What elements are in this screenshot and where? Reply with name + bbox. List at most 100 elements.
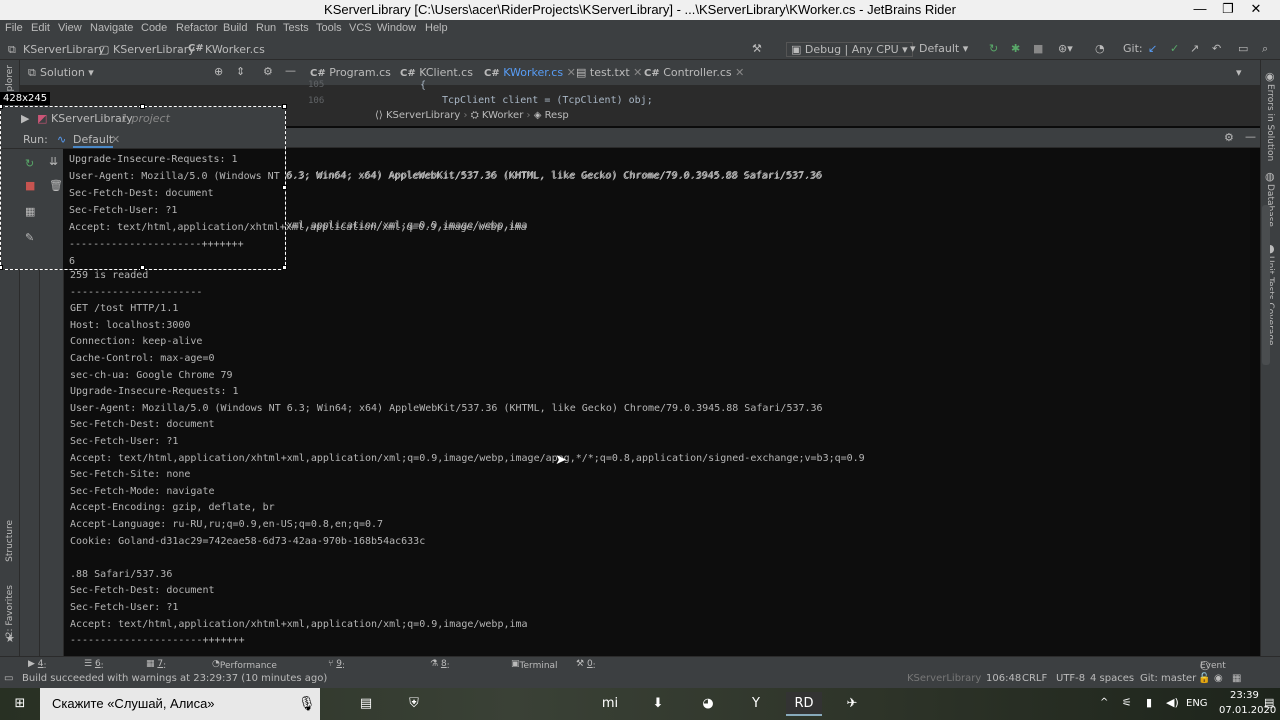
- tool-run[interactable]: ▶ 4: Run: [28, 659, 61, 681]
- menu-edit[interactable]: Edit: [31, 22, 50, 34]
- status-git-branch[interactable]: Git: master: [1140, 673, 1196, 684]
- minimize-button[interactable]: —: [1186, 0, 1214, 20]
- run-settings-icon[interactable]: ⚙: [1224, 131, 1234, 144]
- clock-time[interactable]: 23:39: [1230, 690, 1259, 701]
- tab-close-icon[interactable]: ✕: [633, 66, 642, 79]
- menu-vcs[interactable]: VCS: [349, 22, 372, 34]
- tab-kworker[interactable]: C# KWorker.cs ✕: [484, 66, 576, 79]
- status-panel-icon[interactable]: ▭: [4, 673, 13, 684]
- rider-icon[interactable]: RD: [786, 692, 822, 716]
- status-position[interactable]: 106:48: [986, 673, 1021, 684]
- layout-icon[interactable]: ▭: [1238, 42, 1248, 55]
- resize-handle[interactable]: [282, 104, 287, 109]
- build-config-dropdown[interactable]: ▣ Debug | Any CPU ▾: [786, 42, 913, 57]
- run-tab-close-icon[interactable]: ✕: [111, 133, 120, 146]
- memory-icon[interactable]: ▦: [1232, 673, 1241, 684]
- menu-help[interactable]: Help: [425, 22, 448, 34]
- git-history-icon[interactable]: ↶: [1212, 42, 1221, 55]
- profiler-icon[interactable]: ◔: [1095, 42, 1105, 55]
- status-line-separator[interactable]: CRLF: [1022, 673, 1047, 684]
- locate-icon[interactable]: ⊕: [214, 65, 223, 78]
- lock-icon[interactable]: 🔓: [1198, 673, 1210, 684]
- hide-icon[interactable]: —: [285, 64, 296, 77]
- run-tab-default[interactable]: Default: [73, 133, 114, 148]
- tool-nuget[interactable]: ▦ 7: NuGet: [146, 659, 192, 681]
- tool-vcs[interactable]: ⑂ 9: Version Control: [328, 659, 375, 691]
- rerun-icon[interactable]: ↻: [989, 42, 998, 55]
- tool-terminal[interactable]: ▣ Terminal: [511, 659, 558, 671]
- debug-icon[interactable]: ✱: [1011, 42, 1020, 55]
- defender-shield-icon[interactable]: ⛨: [396, 692, 432, 716]
- favorites-tab[interactable]: 2: Favorites: [5, 585, 15, 637]
- microphone-icon[interactable]: 🎙: [298, 695, 316, 712]
- tool-build[interactable]: ⚒ 0: Build: [576, 659, 615, 681]
- tab-test-txt[interactable]: ▤ test.txt ✕: [576, 66, 642, 79]
- battery-icon[interactable]: ▮: [1146, 696, 1152, 709]
- tab-controller[interactable]: C# Controller.cs ✕: [644, 66, 744, 79]
- telegram-icon[interactable]: ✈: [834, 692, 870, 716]
- resize-handle[interactable]: [140, 104, 145, 109]
- download-icon[interactable]: ⬇: [640, 692, 676, 716]
- menu-file[interactable]: File: [5, 22, 23, 34]
- tool-todo[interactable]: ☰ 6: TODO: [84, 659, 127, 681]
- git-commit-icon[interactable]: ✓: [1170, 42, 1179, 55]
- input-language[interactable]: ENG: [1186, 698, 1208, 709]
- menu-code[interactable]: Code: [141, 22, 167, 34]
- chrome-icon[interactable]: ◕: [690, 692, 726, 716]
- yandex-icon[interactable]: Y: [738, 692, 774, 716]
- tab-kclient[interactable]: C# KClient.cs: [400, 66, 473, 79]
- tabs-menu-icon[interactable]: ▾: [1236, 66, 1242, 79]
- search-everywhere-icon[interactable]: ⌕: [1262, 42, 1268, 56]
- expand-arrow-icon[interactable]: ▶: [21, 112, 29, 125]
- resize-handle[interactable]: [282, 265, 287, 270]
- tray-arrow-icon[interactable]: ^: [1100, 697, 1108, 708]
- git-update-icon[interactable]: ↙: [1148, 42, 1157, 55]
- inspector-icon[interactable]: ◉: [1214, 673, 1223, 684]
- menu-navigate[interactable]: Navigate: [90, 22, 133, 34]
- tab-program[interactable]: C# Program.cs: [310, 66, 391, 79]
- layout-icon[interactable]: ▦: [25, 205, 35, 218]
- close-button[interactable]: ✕: [1242, 0, 1270, 20]
- menu-run[interactable]: Run: [256, 22, 276, 34]
- tool-profiler[interactable]: ◔ Performance Profiler: [212, 659, 277, 681]
- menu-view[interactable]: View: [58, 22, 82, 34]
- run-hide-icon[interactable]: —: [1245, 130, 1256, 143]
- tab-close-icon[interactable]: ✕: [567, 66, 576, 79]
- pin-icon[interactable]: ✎: [25, 231, 34, 244]
- coverage-icon[interactable]: ⊛▾: [1058, 42, 1073, 55]
- errors-in-solution-tab[interactable]: Errors in Solution: [1265, 84, 1275, 161]
- resize-handle[interactable]: [0, 265, 3, 270]
- mi-app-icon[interactable]: mi: [592, 692, 628, 716]
- menu-tools[interactable]: Tools: [316, 22, 342, 34]
- crumb-class[interactable]: KWorker: [482, 110, 523, 121]
- menu-window[interactable]: Window: [377, 22, 416, 34]
- file-explorer-icon[interactable]: ▤: [348, 692, 384, 716]
- trash-icon[interactable]: 🗑: [49, 179, 63, 192]
- crumb-method[interactable]: Resp: [545, 110, 569, 121]
- resize-handle[interactable]: [140, 265, 145, 270]
- breadcrumb-project[interactable]: KServerLibrary: [113, 43, 195, 56]
- overlay-console[interactable]: Upgrade-Insecure-Requests: 1 User-Agent:…: [63, 149, 822, 269]
- hammer-icon[interactable]: ⚒: [752, 42, 762, 55]
- selection-overlay[interactable]: ▶ ◩ KServerLibrary 1 project Run: ∿ Defa…: [0, 104, 822, 270]
- menu-refactor[interactable]: Refactor: [176, 22, 218, 34]
- resize-handle[interactable]: [0, 104, 3, 109]
- volume-icon[interactable]: ◀): [1166, 696, 1179, 709]
- taskbar-search[interactable]: Скажите «Слушай, Алиса» 🎙: [40, 688, 320, 720]
- structure-tab[interactable]: Structure: [5, 520, 15, 562]
- windows-start-icon[interactable]: ⊞: [2, 692, 38, 716]
- stop-icon[interactable]: ■: [1033, 42, 1043, 55]
- collapse-icon[interactable]: ⇕: [236, 65, 245, 78]
- stop-icon[interactable]: ■: [25, 179, 35, 192]
- restore-button[interactable]: ❐: [1214, 0, 1242, 20]
- console-scrollbar[interactable]: [1262, 205, 1270, 365]
- menu-tests[interactable]: Tests: [283, 22, 309, 34]
- breadcrumb-file[interactable]: KWorker.cs: [205, 43, 265, 56]
- rerun-icon[interactable]: ↻: [25, 157, 34, 170]
- explorer-tab[interactable]: plorer: [5, 65, 15, 91]
- scroll-to-end-icon[interactable]: ⇊: [49, 155, 58, 168]
- status-indent[interactable]: 4 spaces: [1090, 673, 1134, 684]
- settings-gear-icon[interactable]: ⚙: [263, 65, 273, 78]
- tab-close-icon[interactable]: ✕: [735, 66, 744, 79]
- crumb-namespace[interactable]: KServerLibrary: [386, 110, 460, 121]
